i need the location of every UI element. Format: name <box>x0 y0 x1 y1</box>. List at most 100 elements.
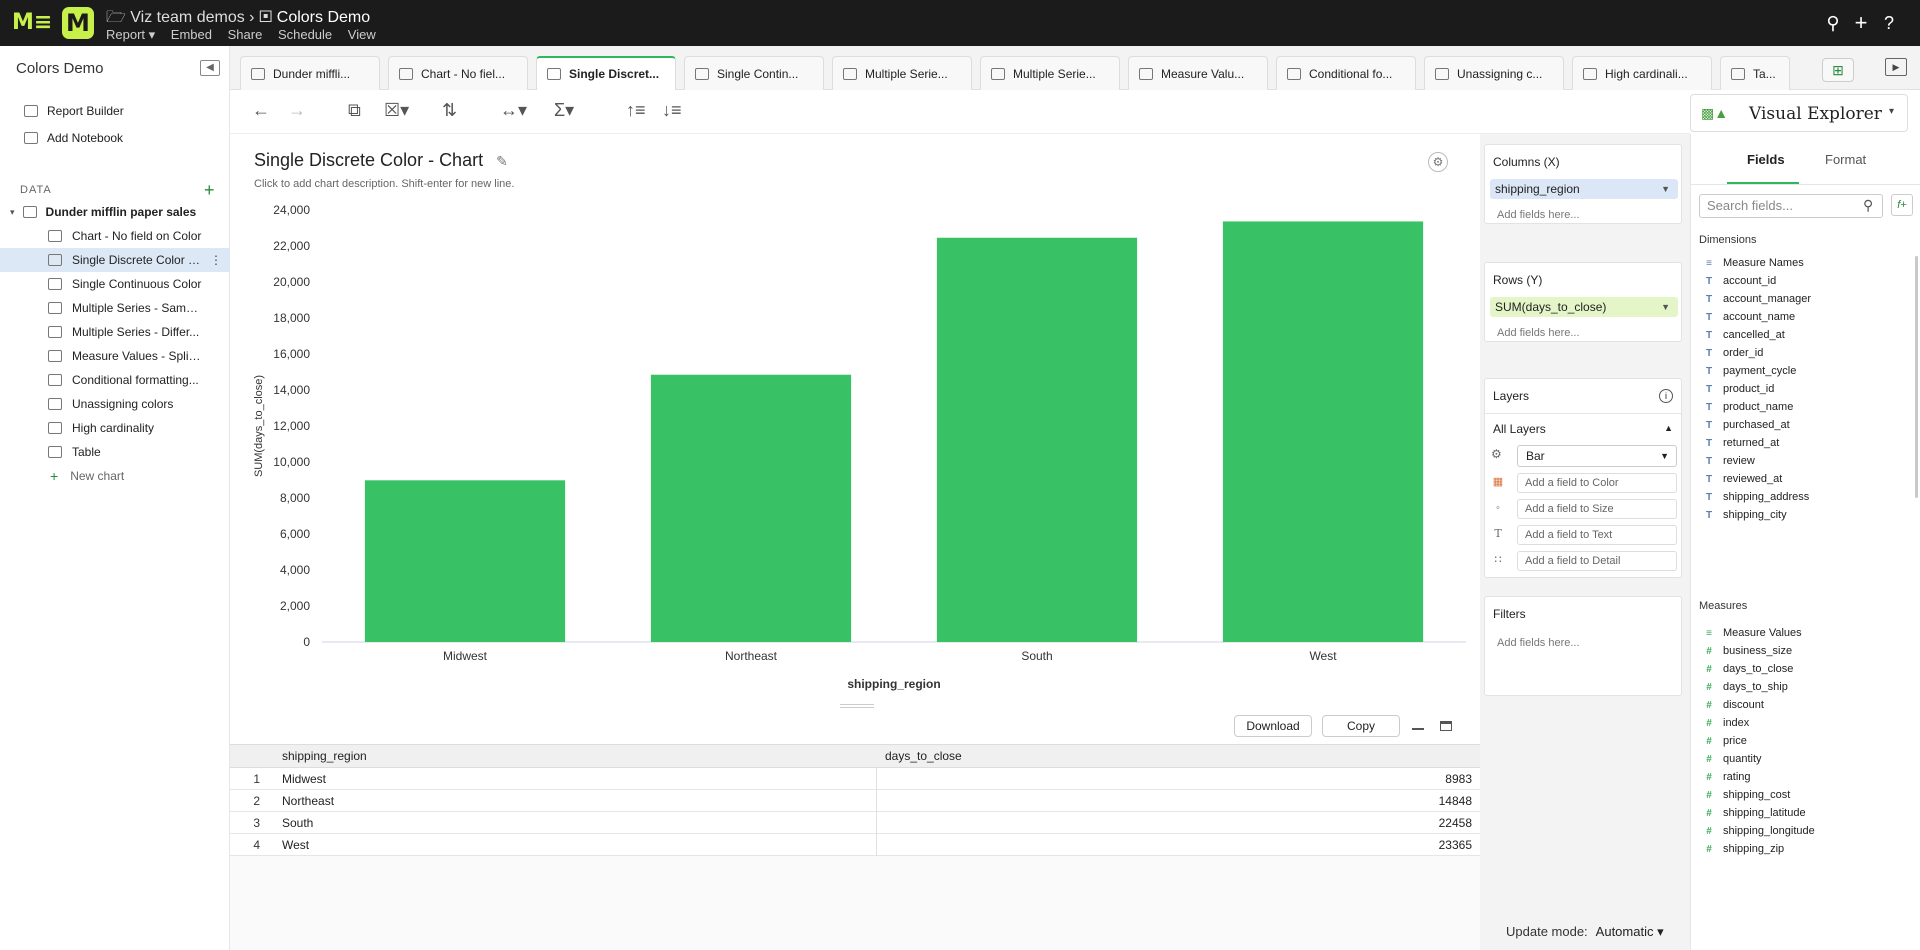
dimension-field[interactable]: Tpayment_cycle <box>1703 362 1796 380</box>
dimension-field[interactable]: Tpurchased_at <box>1703 416 1790 434</box>
detail-drop-target[interactable]: Add a field to Detail <box>1517 551 1677 571</box>
new-chart-button[interactable]: + New chart <box>0 464 230 488</box>
sidebar-chart-item[interactable]: Unassigning colors <box>0 392 230 416</box>
collapse-sidebar-icon[interactable]: ◀ <box>200 60 220 76</box>
breadcrumb-current[interactable]: Colors Demo <box>277 9 370 26</box>
mark-type-select[interactable]: Bar ▼ <box>1517 445 1677 467</box>
measure-field[interactable]: # shipping_longitude <box>1703 822 1815 840</box>
gear-icon[interactable]: ⚙ <box>1491 447 1505 461</box>
sidebar-chart-item[interactable]: Multiple Series - Same ... <box>0 296 230 320</box>
chart-description[interactable]: Click to add chart description. Shift-en… <box>254 178 514 190</box>
tab-chart[interactable]: Conditional fo... <box>1276 56 1416 90</box>
more-options-icon[interactable]: ⋮ <box>210 253 222 267</box>
maximize-icon[interactable] <box>1440 721 1452 731</box>
tab-chart[interactable]: Unassigning c... <box>1424 56 1564 90</box>
column-header-value[interactable]: days_to_close <box>885 749 962 763</box>
bar[interactable] <box>650 374 852 642</box>
tab-chart[interactable]: Multiple Serie... <box>980 56 1120 90</box>
sidebar-chart-item[interactable]: Single Discrete Color -... ⋮ <box>0 248 230 272</box>
all-layers-label[interactable]: All Layers <box>1493 422 1546 436</box>
dimensions-scrollbar[interactable] <box>1915 256 1918 498</box>
dimension-field[interactable]: Taccount_id <box>1703 272 1776 290</box>
filters-add-fields[interactable]: Add fields here... <box>1497 637 1580 649</box>
tab-chart[interactable]: Multiple Serie... <box>832 56 972 90</box>
measure-field[interactable]: # shipping_latitude <box>1703 804 1805 822</box>
measure-field[interactable]: # rating <box>1703 768 1750 786</box>
tab-chart[interactable]: Dunder miffli... <box>240 56 380 90</box>
app-badge-icon[interactable]: M <box>62 7 94 39</box>
dimension-field[interactable]: ≡ Measure Names <box>1703 254 1804 272</box>
menu-report[interactable]: Report ▾ <box>106 27 155 42</box>
bar[interactable] <box>364 480 566 642</box>
tab-chart[interactable]: Single Discret... ⋮ <box>536 56 676 90</box>
table-row[interactable]: 2 Northeast 14848 <box>230 790 1480 812</box>
column-header-region[interactable]: shipping_region <box>282 749 367 763</box>
download-button[interactable]: Download <box>1234 715 1312 737</box>
data-source-item[interactable]: ▾ Dunder mifflin paper sales <box>0 200 230 224</box>
dimension-field[interactable]: Torder_id <box>1703 344 1763 362</box>
sidebar-chart-item[interactable]: Multiple Series - Differ... <box>0 320 230 344</box>
breadcrumb-parent[interactable]: Viz team demos <box>130 9 244 26</box>
sidebar-chart-item[interactable]: Single Continuous Color <box>0 272 230 296</box>
tab-chart[interactable]: High cardinali... <box>1572 56 1712 90</box>
sidebar-chart-item[interactable]: Chart - No field on Color <box>0 224 230 248</box>
add-tab-icon[interactable]: ⊞ <box>1822 58 1854 82</box>
more-options-icon[interactable]: ⋮ <box>673 67 675 81</box>
menu-schedule[interactable]: Schedule <box>278 27 332 42</box>
app-logo[interactable]: M≡ <box>12 10 52 35</box>
minimize-icon[interactable] <box>1412 722 1424 730</box>
bar[interactable] <box>936 237 1138 643</box>
sidebar-chart-item[interactable]: Table <box>0 440 230 464</box>
columns-add-fields[interactable]: Add fields here... <box>1497 209 1580 221</box>
chevron-down-icon[interactable]: ▼ <box>1661 179 1670 199</box>
measure-field[interactable]: # price <box>1703 732 1747 750</box>
add-formula-icon[interactable]: f+ <box>1891 194 1913 216</box>
swap-axes-icon[interactable]: ⇅ <box>442 100 457 121</box>
sum-icon[interactable]: Σ▾ <box>554 100 574 121</box>
sidebar-item-report-builder[interactable]: Report Builder <box>24 100 124 122</box>
search-icon[interactable]: ⚲ <box>1863 197 1873 214</box>
tab-fields[interactable]: Fields <box>1747 152 1785 167</box>
measure-field[interactable]: # discount <box>1703 696 1764 714</box>
search-icon[interactable]: ⚲ <box>1823 13 1843 33</box>
info-icon[interactable]: i <box>1659 389 1673 403</box>
add-data-icon[interactable]: + <box>204 180 215 201</box>
add-layer-icon[interactable]: ⧉ <box>348 100 361 121</box>
redo-icon[interactable]: → <box>288 100 306 121</box>
dimension-field[interactable]: Tshipping_city <box>1703 506 1787 524</box>
sort-ascending-icon[interactable]: ↑≡ <box>626 100 646 121</box>
menu-view[interactable]: View <box>348 27 376 42</box>
sidebar-item-add-notebook[interactable]: Add Notebook <box>24 127 123 149</box>
table-row[interactable]: 3 South 22458 <box>230 812 1480 834</box>
rows-pill[interactable]: SUM(days_to_close) ▼ <box>1490 297 1678 317</box>
menu-share[interactable]: Share <box>228 27 263 42</box>
add-icon[interactable]: + <box>1851 12 1871 34</box>
dimension-field[interactable]: Tproduct_name <box>1703 398 1793 416</box>
text-drop-target[interactable]: Add a field to Text <box>1517 525 1677 545</box>
size-drop-target[interactable]: Add a field to Size <box>1517 499 1677 519</box>
edit-title-icon[interactable]: ✎ <box>496 153 508 169</box>
tab-chart[interactable]: Chart - No fiel... <box>388 56 528 90</box>
color-drop-target[interactable]: Add a field to Color <box>1517 473 1677 493</box>
update-mode-select[interactable]: Automatic ▾ <box>1596 924 1664 939</box>
dimension-field[interactable]: Taccount_manager <box>1703 290 1811 308</box>
tab-format[interactable]: Format <box>1825 152 1866 167</box>
measure-field[interactable]: # shipping_zip <box>1703 840 1784 858</box>
bar[interactable] <box>1222 221 1424 642</box>
dimension-field[interactable]: Taccount_name <box>1703 308 1795 326</box>
chevron-down-icon[interactable]: ▾ <box>1889 106 1894 117</box>
sidebar-chart-item[interactable]: Conditional formatting... <box>0 368 230 392</box>
tab-chart[interactable]: Measure Valu... <box>1128 56 1268 90</box>
sort-descending-icon[interactable]: ↓≡ <box>662 100 682 121</box>
undo-icon[interactable]: ← <box>252 100 270 121</box>
columns-pill[interactable]: shipping_region ▼ <box>1490 179 1678 199</box>
measure-field[interactable]: # days_to_close <box>1703 660 1793 678</box>
copy-button[interactable]: Copy <box>1322 715 1400 737</box>
dimension-field[interactable]: Tproduct_id <box>1703 380 1774 398</box>
measure-field[interactable]: # shipping_cost <box>1703 786 1790 804</box>
chevron-down-icon[interactable]: ▼ <box>1661 297 1670 317</box>
rows-add-fields[interactable]: Add fields here... <box>1497 327 1580 339</box>
visual-explorer-select[interactable]: ▩▲ Visual Explorer ▾ <box>1690 94 1908 132</box>
chevron-down-icon[interactable]: ▾ <box>10 207 15 218</box>
dimension-field[interactable]: Treviewed_at <box>1703 470 1782 488</box>
